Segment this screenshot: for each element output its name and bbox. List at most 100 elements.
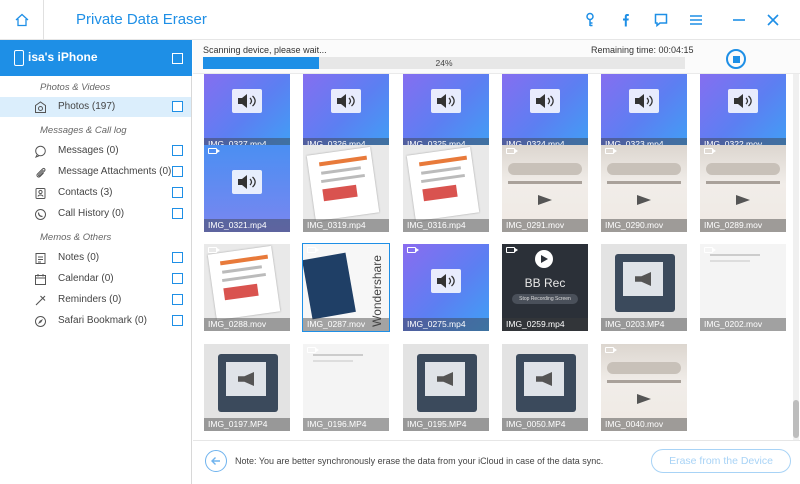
device-checkbox[interactable] — [172, 53, 183, 64]
media-thumbnail[interactable]: IMG_0040.mov — [601, 344, 687, 431]
media-thumbnail[interactable]: IMG_0289.mov — [700, 145, 786, 232]
feedback-icon[interactable] — [651, 10, 671, 30]
media-thumbnail[interactable]: IMG_0195.MP4 — [403, 344, 489, 431]
media-thumbnail[interactable]: IMG_0323.mp4 — [601, 74, 687, 151]
arrow-left-icon — [211, 457, 220, 465]
home-icon — [15, 13, 28, 27]
sidebar-item-label: Notes (0) — [58, 252, 100, 263]
remaining-time: Remaining time: 00:04:15 — [591, 45, 694, 55]
thumbnail-filename: IMG_0202.mov — [700, 318, 786, 331]
device-row[interactable]: isa's iPhone — [0, 40, 192, 76]
video-camera-icon — [506, 247, 518, 253]
media-thumbnail[interactable]: IMG_0288.mov — [204, 244, 290, 331]
media-thumbnail[interactable]: IMG_0050.MP4 — [502, 344, 588, 431]
sidebar-item-label: Call History (0) — [58, 208, 125, 219]
attachment-icon — [34, 166, 47, 179]
grid-scrollbar[interactable] — [793, 74, 799, 440]
sidebar-item-message-attachments[interactable]: Message Attachments (0) — [0, 162, 191, 182]
facebook-icon[interactable] — [616, 10, 636, 30]
photos-icon — [34, 101, 47, 114]
video-camera-icon — [208, 148, 220, 154]
media-thumbnail[interactable]: IMG_0326.mp4 — [303, 74, 389, 151]
sidebar-item-notes[interactable]: Notes (0) — [0, 248, 191, 268]
scan-header: Scanning device, please wait... Remainin… — [193, 40, 800, 74]
sidebar-item-label: Contacts (3) — [58, 187, 113, 198]
thumbnail-filename: IMG_0197.MP4 — [204, 418, 290, 431]
thumbnail-filename: IMG_0195.MP4 — [403, 418, 489, 431]
media-thumbnail[interactable]: IMG_0322.mov — [700, 74, 786, 151]
thumbnail-overlay-text: Wondershare — [369, 255, 384, 327]
message-attachments-checkbox[interactable] — [172, 166, 183, 177]
menu-icon[interactable] — [686, 10, 706, 30]
calendar-checkbox[interactable] — [172, 273, 183, 284]
close-icon[interactable] — [763, 10, 783, 30]
media-thumbnail[interactable]: IMG_0327.mp4 — [204, 74, 290, 151]
home-button[interactable] — [0, 0, 44, 40]
video-camera-icon — [407, 247, 419, 253]
media-thumbnail[interactable]: BB Rec Stop Recording Screen IMG_0259.mp4 — [502, 244, 588, 331]
section-messages-call-log: Messages & Call log — [40, 125, 127, 136]
device-name: isa's iPhone — [28, 50, 98, 64]
media-thumbnail[interactable]: IMG_0324.mp4 — [502, 74, 588, 151]
thumbnail-filename: IMG_0291.mov — [502, 219, 588, 232]
thumbnail-filename: IMG_0287.mov — [303, 318, 389, 331]
call-history-checkbox[interactable] — [172, 208, 183, 219]
back-button[interactable] — [205, 450, 227, 472]
scrollbar-thumb[interactable] — [793, 400, 799, 438]
thumbnail-filename: IMG_0040.mov — [601, 418, 687, 431]
sidebar-item-label: Messages (0) — [58, 145, 119, 156]
sidebar-item-reminders[interactable]: Reminders (0) — [0, 290, 191, 310]
sidebar-item-calendar[interactable]: Calendar (0) — [0, 269, 191, 289]
sidebar-item-photos[interactable]: Photos (197) — [0, 97, 191, 117]
safari-bookmark-checkbox[interactable] — [172, 315, 183, 326]
media-thumbnail[interactable]: IMG_0291.mov — [502, 145, 588, 232]
progress-bar: 24% — [203, 57, 685, 69]
thumbnail-overlay-text: BB Rec — [524, 276, 566, 290]
messages-checkbox[interactable] — [172, 145, 183, 156]
media-thumbnail[interactable]: IMG_0325.mp4 — [403, 74, 489, 151]
thumbnail-filename: IMG_0289.mov — [700, 219, 786, 232]
thumbnail-filename: IMG_0316.mp4 — [403, 219, 489, 232]
reminders-icon — [34, 294, 47, 307]
stop-scan-button[interactable] — [726, 49, 746, 69]
video-camera-icon — [605, 347, 617, 353]
sidebar-item-label: Photos (197) — [58, 101, 116, 112]
app-title: Private Data Eraser — [76, 11, 207, 28]
title-bar: Private Data Eraser — [0, 0, 800, 40]
thumbnail-filename: IMG_0259.mp4 — [502, 318, 588, 331]
thumbnail-filename: IMG_0050.MP4 — [502, 418, 588, 431]
reminders-checkbox[interactable] — [172, 294, 183, 305]
video-camera-icon — [307, 347, 319, 353]
bookmark-icon — [34, 315, 47, 328]
erase-from-device-button[interactable]: Erase from the Device — [651, 449, 791, 473]
scan-status: Scanning device, please wait... — [203, 45, 327, 55]
progress-percent: 24% — [435, 58, 453, 68]
video-camera-icon — [208, 247, 220, 253]
media-thumbnail[interactable]: IMG_0196.MP4 — [303, 344, 389, 431]
stop-icon — [732, 55, 740, 63]
media-thumbnail[interactable]: IMG_0203.MP4 — [601, 244, 687, 331]
section-photos-videos: Photos & Videos — [40, 82, 111, 93]
sidebar-item-call-history[interactable]: Call History (0) — [0, 204, 191, 224]
key-icon[interactable] — [580, 10, 600, 30]
media-thumbnail[interactable]: IMG_0316.mp4 — [403, 145, 489, 232]
media-thumbnail[interactable]: IMG_0290.mov — [601, 145, 687, 232]
media-thumbnail[interactable]: IMG_0197.MP4 — [204, 344, 290, 431]
media-thumbnail[interactable]: IMG_0319.mp4 — [303, 145, 389, 232]
sidebar-item-safari-bookmark[interactable]: Safari Bookmark (0) — [0, 311, 191, 331]
sidebar-item-contacts[interactable]: Contacts (3) — [0, 183, 191, 203]
notes-checkbox[interactable] — [172, 252, 183, 263]
sidebar: isa's iPhone Photos & Videos Photos (197… — [0, 40, 192, 484]
media-thumbnail[interactable]: IMG_0321.mp4 — [204, 145, 290, 232]
messages-icon — [34, 145, 47, 158]
photos-checkbox[interactable] — [172, 101, 183, 112]
sidebar-item-label: Reminders (0) — [58, 294, 122, 305]
media-thumbnail[interactable]: IMG_0275.mp4 — [403, 244, 489, 331]
minimize-icon[interactable] — [729, 10, 749, 30]
media-thumbnail[interactable]: Wondershare IMG_0287.mov — [302, 243, 390, 332]
sidebar-item-label: Message Attachments (0) — [58, 166, 172, 177]
sidebar-item-messages[interactable]: Messages (0) — [0, 141, 191, 161]
sidebar-item-label: Calendar (0) — [58, 273, 114, 284]
media-thumbnail[interactable]: IMG_0202.mov — [700, 244, 786, 331]
contacts-checkbox[interactable] — [172, 187, 183, 198]
